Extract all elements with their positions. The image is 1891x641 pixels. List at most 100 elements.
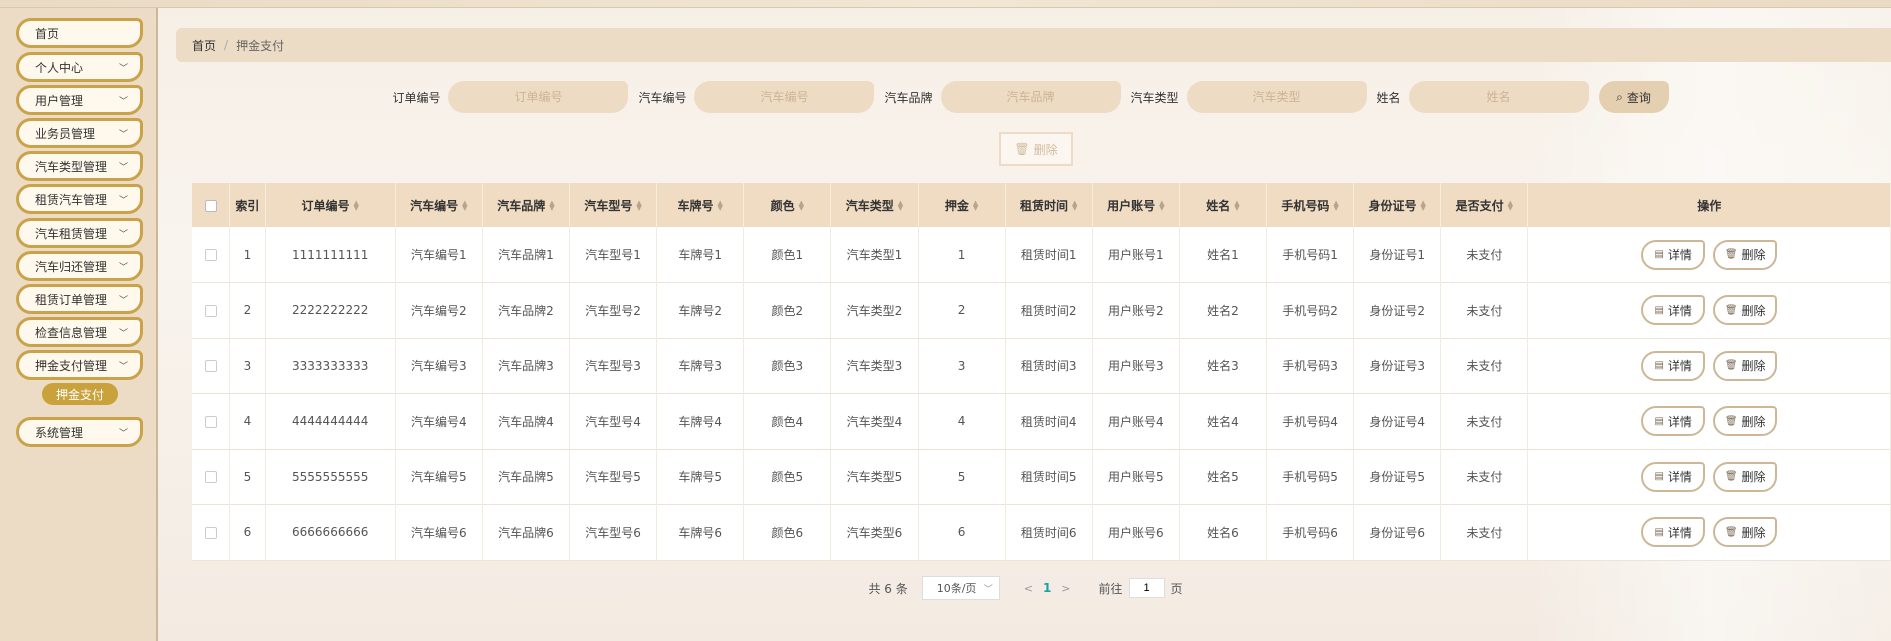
column-header[interactable]: 车牌号 ▲ ▼ xyxy=(656,183,745,227)
delete-button[interactable]: 🗑 删除 xyxy=(1713,517,1778,548)
column-header[interactable]: 订单编号 ▲ ▼ xyxy=(265,183,396,227)
row-checkbox[interactable] xyxy=(204,526,217,539)
sidebar-subitem-active[interactable]: 押金支付 xyxy=(42,383,118,405)
table-cell: 租赁时间1 xyxy=(1005,227,1093,283)
search-input-2[interactable] xyxy=(940,81,1121,113)
sort-icon[interactable]: ▲ ▼ xyxy=(973,200,978,212)
table-cell: 身份证号1 xyxy=(1353,227,1442,283)
row-checkbox[interactable] xyxy=(204,304,217,317)
detail-button[interactable]: ▤ 详情 xyxy=(1641,406,1706,437)
search-input-0[interactable] xyxy=(448,81,629,113)
table-cell: 车牌号6 xyxy=(656,504,745,560)
detail-button[interactable]: ▤ 详情 xyxy=(1641,295,1706,326)
delete-button[interactable]: 🗑 删除 xyxy=(1713,239,1778,270)
search-input-4[interactable] xyxy=(1408,81,1589,113)
row-checkbox[interactable] xyxy=(204,360,217,373)
sort-icon[interactable]: ▲ ▼ xyxy=(549,200,554,212)
column-header[interactable]: 汽车型号 ▲ ▼ xyxy=(569,183,658,227)
sidebar-item-3[interactable]: 业务员管理 ﹀ xyxy=(16,118,143,148)
column-header-label: 汽车类型 xyxy=(845,198,894,213)
row-checkbox-cell xyxy=(192,282,231,338)
sidebar-item-label: 用户管理 xyxy=(35,93,84,108)
sort-icon[interactable]: ▲ ▼ xyxy=(898,200,903,212)
sort-icon[interactable]: ▲ ▼ xyxy=(1234,200,1239,212)
bulk-delete-button[interactable]: 🗑 删除 xyxy=(999,132,1073,166)
sort-icon[interactable]: ▲ ▼ xyxy=(1421,200,1426,212)
column-header-label: 操作 xyxy=(1697,198,1722,213)
sort-icon[interactable]: ▲ ▼ xyxy=(462,200,467,212)
table-cell: 颜色4 xyxy=(743,393,832,449)
column-header[interactable]: 身份证号 ▲ ▼ xyxy=(1353,183,1442,227)
detail-button[interactable]: ▤ 详情 xyxy=(1641,239,1706,270)
delete-button[interactable]: 🗑 删除 xyxy=(1713,350,1778,381)
search-bar: 订单编号 汽车编号 汽车品牌 汽车类型 姓名 ⌕查询 xyxy=(160,80,1891,114)
detail-label: 详情 xyxy=(1667,525,1692,540)
column-header[interactable]: 汽车类型 ▲ ▼ xyxy=(830,183,919,227)
sort-icon[interactable]: ▲ ▼ xyxy=(636,200,641,212)
column-header[interactable]: 颜色 ▲ ▼ xyxy=(743,183,832,227)
breadcrumb-home[interactable]: 首页 xyxy=(192,37,216,54)
sort-icon[interactable]: ▲ ▼ xyxy=(1508,200,1513,212)
column-header[interactable]: 租赁时间 ▲ ▼ xyxy=(1005,183,1093,227)
goto-prefix: 前往 xyxy=(1098,581,1123,596)
sidebar-item-11[interactable]: 系统管理 ﹀ xyxy=(16,417,143,447)
table-cell: 1 xyxy=(918,227,1006,283)
table-cell: 汽车编号1 xyxy=(395,227,483,283)
prev-page-icon[interactable]: < xyxy=(1024,582,1033,595)
sidebar-item-7[interactable]: 汽车归还管理 ﹀ xyxy=(16,251,143,281)
sidebar-item-10[interactable]: 押金支付管理 ﹀ xyxy=(16,350,143,380)
table-cell: 身份证号4 xyxy=(1353,393,1442,449)
sort-icon[interactable]: ▲ ▼ xyxy=(1072,200,1077,212)
row-checkbox[interactable] xyxy=(204,249,217,261)
chevron-down-icon: ﹀ xyxy=(983,584,993,595)
table-cell: 未支付 xyxy=(1440,338,1529,394)
detail-button[interactable]: ▤ 详情 xyxy=(1641,461,1706,492)
select-all-checkbox[interactable] xyxy=(204,199,217,212)
column-header[interactable]: 是否支付 ▲ ▼ xyxy=(1440,183,1529,227)
sidebar-item-1[interactable]: 个人中心 ﹀ xyxy=(16,52,143,82)
chevron-down-icon: ﹀ xyxy=(118,129,128,140)
table-cell: 身份证号6 xyxy=(1353,504,1442,560)
column-header[interactable]: 汽车编号 ▲ ▼ xyxy=(395,183,483,227)
delete-button[interactable]: 🗑 删除 xyxy=(1713,295,1778,326)
chevron-down-icon: ﹀ xyxy=(118,162,128,173)
sidebar-item-6[interactable]: 汽车租赁管理 ﹀ xyxy=(16,218,143,248)
column-header[interactable]: 手机号码 ▲ ▼ xyxy=(1266,183,1355,227)
row-checkbox[interactable] xyxy=(204,471,217,484)
sort-icon[interactable]: ▲ ▼ xyxy=(799,200,804,212)
search-input-1[interactable] xyxy=(694,81,875,113)
detail-button[interactable]: ▤ 详情 xyxy=(1641,350,1706,381)
delete-button[interactable]: 🗑 删除 xyxy=(1713,461,1778,492)
column-header[interactable]: 姓名 ▲ ▼ xyxy=(1179,183,1268,227)
sidebar-item-4[interactable]: 汽车类型管理 ﹀ xyxy=(16,151,143,181)
sidebar-item-8[interactable]: 租赁订单管理 ﹀ xyxy=(16,284,143,314)
sort-icon[interactable]: ▲ ▼ xyxy=(718,200,723,212)
column-header[interactable]: 用户账号 ▲ ▼ xyxy=(1092,183,1180,227)
table-cell: 车牌号4 xyxy=(656,393,745,449)
table-cell: 2 xyxy=(918,282,1006,338)
search-input-3[interactable] xyxy=(1186,81,1367,113)
trash-icon: 🗑 xyxy=(1724,304,1738,316)
sort-icon[interactable]: ▲ ▼ xyxy=(1333,200,1338,212)
sort-icon[interactable]: ▲ ▼ xyxy=(354,200,359,212)
sidebar-item-5[interactable]: 租赁汽车管理 ﹀ xyxy=(16,184,143,214)
sidebar-item-0[interactable]: 首页 xyxy=(16,18,143,48)
column-header[interactable]: 押金 ▲ ▼ xyxy=(918,183,1006,227)
table-cell: 车牌号5 xyxy=(656,449,745,505)
detail-button[interactable]: ▤ 详情 xyxy=(1641,517,1706,548)
column-header[interactable]: 汽车品牌 ▲ ▼ xyxy=(482,183,571,227)
query-button[interactable]: ⌕ 查询 xyxy=(1598,81,1669,113)
page-number-current[interactable]: 1 xyxy=(1043,581,1051,595)
table-cell: 手机号码3 xyxy=(1266,338,1355,394)
delete-button[interactable]: 🗑 删除 xyxy=(1713,406,1778,437)
chevron-down-icon: ﹀ xyxy=(118,96,128,107)
table-cell: 汽车编号4 xyxy=(395,393,483,449)
next-page-icon[interactable]: > xyxy=(1061,582,1070,595)
goto-page-input[interactable] xyxy=(1128,578,1165,598)
sort-icon[interactable]: ▲ ▼ xyxy=(1159,200,1164,212)
row-checkbox[interactable] xyxy=(204,415,217,428)
sidebar-item-9[interactable]: 检查信息管理 ﹀ xyxy=(16,317,143,347)
table-cell: 租赁时间6 xyxy=(1005,504,1093,560)
sidebar-item-2[interactable]: 用户管理 ﹀ xyxy=(16,85,143,115)
page-size-select[interactable]: 10条/页 ﹀ xyxy=(921,576,1000,600)
